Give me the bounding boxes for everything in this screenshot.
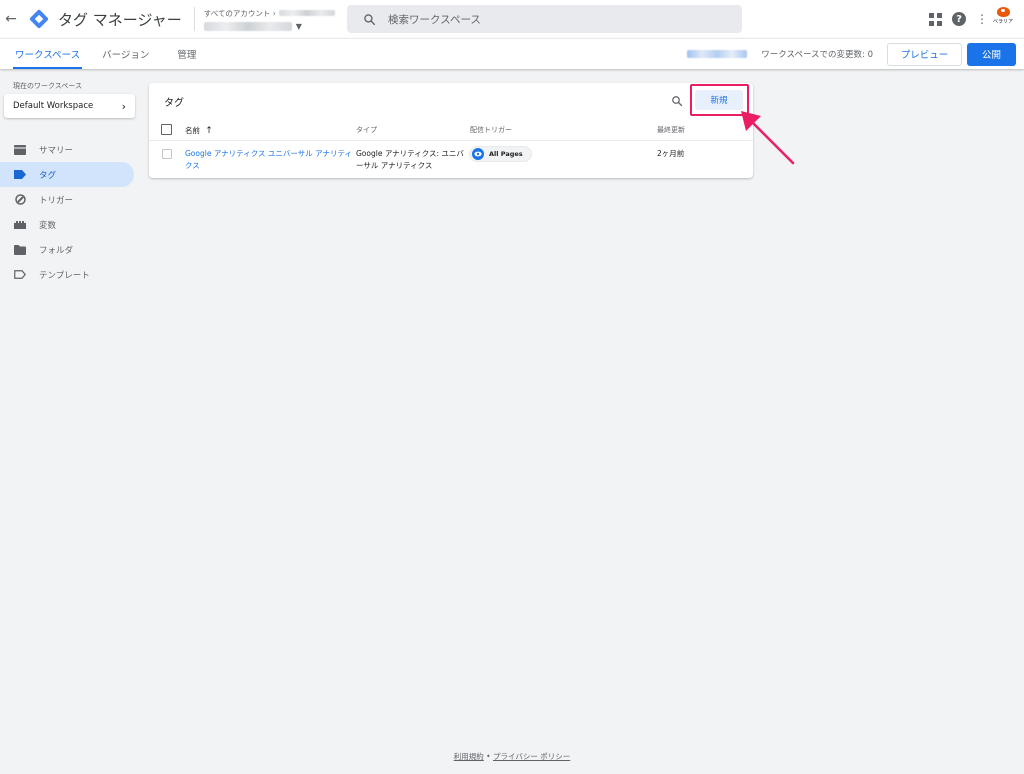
back-arrow-icon[interactable]: ← <box>2 11 20 27</box>
breadcrumb-chevron-icon: › <box>270 8 276 18</box>
brand-logo-icon <box>996 7 1010 17</box>
container-name-row[interactable]: ▼ <box>203 21 335 31</box>
trigger-label: All Pages <box>489 150 523 158</box>
workspace-name: Default Workspace <box>13 101 94 111</box>
last-updated: 2ヶ月前 <box>657 149 685 158</box>
sidebar-item-label: テンプレート <box>39 270 90 281</box>
sort-arrow-up-icon: ↑ <box>202 126 213 136</box>
column-header-name[interactable]: 名前 ↑ <box>185 125 213 136</box>
sidebar-item-label: タグ <box>39 170 57 181</box>
terms-link[interactable]: 利用規約 <box>454 752 484 761</box>
summary-icon <box>14 144 26 156</box>
sidebar-item-label: サマリー <box>39 145 74 156</box>
annotation-arrow-icon <box>741 111 795 165</box>
sidebar-item-label: フォルダ <box>39 245 74 256</box>
table-search-icon[interactable] <box>670 94 684 108</box>
workspace-changes-count: ワークスペースでの変更数: 0 <box>761 50 873 60</box>
sidebar-item-variables[interactable]: 変数 <box>0 212 134 237</box>
trigger-icon <box>14 194 26 206</box>
variable-icon <box>14 219 26 231</box>
column-header-type[interactable]: タイプ <box>356 125 377 135</box>
current-workspace-label: 現在のワークスペース <box>13 82 82 90</box>
header-divider <box>193 7 195 31</box>
sidebar-item-templates[interactable]: テンプレート <box>0 262 134 287</box>
tag-name-link[interactable]: Google アナリティクス ユニバーサル アナリティクス <box>185 148 353 172</box>
workspace-selector[interactable]: Default Workspace › <box>4 94 135 118</box>
select-all-checkbox[interactable] <box>161 124 172 135</box>
caret-down-icon[interactable]: ▼ <box>296 22 302 31</box>
top-header: ← タグ マネージャー すべてのアカウント › ▼ 検索ワークスペース ? ⋮ … <box>0 0 1024 38</box>
search-placeholder[interactable]: 検索ワークスペース <box>388 12 481 27</box>
sidebar-item-label: 変数 <box>39 220 57 231</box>
trigger-chip[interactable]: All Pages <box>469 146 532 162</box>
column-header-trigger[interactable]: 配信トリガー <box>470 125 512 135</box>
breadcrumb-all-accounts[interactable]: すべてのアカウント <box>204 8 271 19</box>
tab-versions[interactable]: バージョン <box>100 39 151 69</box>
footer: 利用規約 • プライバシー ポリシー <box>0 751 1024 762</box>
search-icon <box>361 11 377 27</box>
table-row[interactable]: Google アナリティクス ユニバーサル アナリティクス Google アナリ… <box>149 142 753 172</box>
tag-manager-logo-icon[interactable] <box>29 9 49 29</box>
template-icon <box>14 269 26 281</box>
account-avatar[interactable]: ベラリア <box>992 7 1014 31</box>
workspace-id-redacted <box>687 50 748 58</box>
tags-card: タグ 新規 名前 ↑ タイプ 配信トリガー 最終更新 Google アナリティク… <box>149 83 753 178</box>
product-name: タグ マネージャー <box>58 10 182 29</box>
sidebar-item-label: トリガー <box>39 195 74 206</box>
table-header: 名前 ↑ タイプ 配信トリガー 最終更新 <box>149 121 753 141</box>
header-actions: ? ⋮ ベラリア <box>928 7 1014 31</box>
row-checkbox[interactable] <box>162 149 172 159</box>
column-header-updated[interactable]: 最終更新 <box>657 125 685 135</box>
tab-admin[interactable]: 管理 <box>175 39 198 69</box>
chevron-right-icon: › <box>121 99 126 113</box>
sidebar-nav: サマリー タグ トリガー 変数 フォルダ テンプレート <box>0 137 140 287</box>
brand-logo-text: ベラリア <box>992 19 1013 25</box>
tag-type: Google アナリティクス: ユニバーサル アナリティクス <box>356 149 464 170</box>
folder-icon <box>14 244 26 256</box>
account-name-redacted <box>278 10 335 16</box>
breadcrumb[interactable]: すべてのアカウント › <box>204 8 335 19</box>
column-name-label: 名前 <box>185 126 200 135</box>
card-title: タグ <box>164 98 184 109</box>
footer-separator: • <box>486 752 491 761</box>
sidebar-item-tags[interactable]: タグ <box>0 162 134 187</box>
tab-workspace[interactable]: ワークスペース <box>13 39 83 69</box>
eye-icon <box>472 148 484 160</box>
preview-button[interactable]: プレビュー <box>887 42 962 66</box>
container-name-redacted <box>203 21 292 31</box>
workspace-search[interactable]: 検索ワークスペース <box>347 5 742 33</box>
tag-icon <box>14 169 26 181</box>
sidebar-item-triggers[interactable]: トリガー <box>0 187 134 212</box>
sub-navigation: ワークスペース バージョン 管理 ワークスペースでの変更数: 0 プレビュー 公… <box>0 38 1024 69</box>
privacy-link[interactable]: プライバシー ポリシー <box>493 752 570 761</box>
apps-grid-icon[interactable] <box>928 12 942 26</box>
sidebar-item-summary[interactable]: サマリー <box>0 137 134 162</box>
sidebar-item-folders[interactable]: フォルダ <box>0 237 134 262</box>
account-container-selector[interactable]: すべてのアカウント › ▼ <box>203 8 335 31</box>
more-vert-icon[interactable]: ⋮ <box>976 13 988 25</box>
subnav-actions: ワークスペースでの変更数: 0 プレビュー 公開 <box>687 42 1016 66</box>
publish-button[interactable]: 公開 <box>967 42 1016 66</box>
help-icon[interactable]: ? <box>952 12 966 26</box>
